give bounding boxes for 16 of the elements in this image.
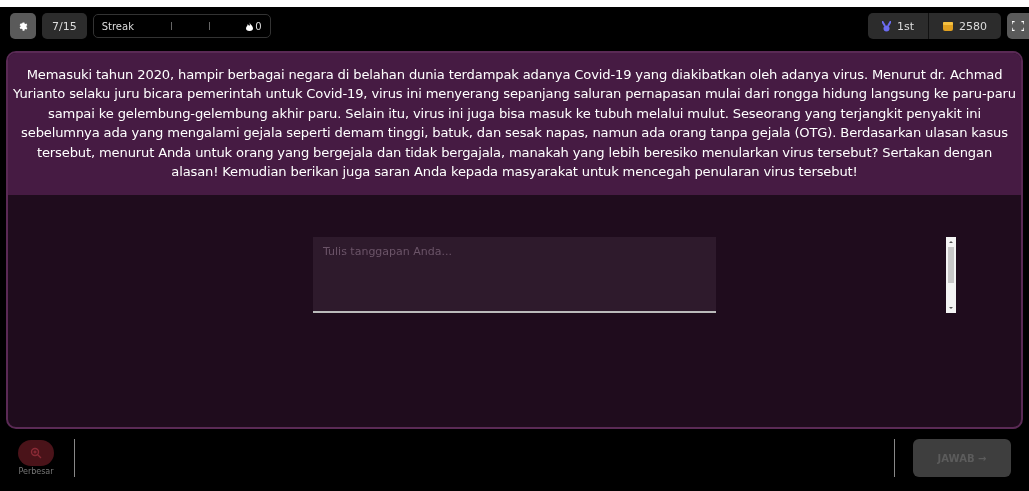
fullscreen-icon [1012, 21, 1024, 31]
question-counter: 7/15 [42, 13, 87, 39]
streak-label: Streak [101, 20, 134, 32]
settings-button[interactable] [10, 13, 36, 39]
medal-icon [881, 20, 891, 32]
coin-count: 2580 [959, 19, 987, 33]
flame-icon [246, 21, 254, 31]
zoom-label: Perbesar [18, 467, 54, 476]
coin-icon [943, 21, 953, 31]
answer-field[interactable]: Tulis tanggapan Anda... [313, 237, 716, 314]
question-text: Memasuki tahun 2020, hampir berbagai negara di belahan dunia terdampak adanya Covid-19 yang diakibatkan oleh adanya virus. Menurut dr. Achmad Yurianto selaku juru bicara pemerintah untuk Covid-19, virus ini menyerang sepanjang saluran pernapasan mulai dari rongga hidung langsung ke paru-paru sampai ke gelembung-gelembung akhir paru. Selain itu, virus ini juga bisa masuk ke tubuh melalui mulut. Seseorang yang terjangkit penyakit ini sebelumnya ada yang mengalami gejala seperti demam tinggi, batuk, dan sesak napas, namun ada orang tanpa gejala (OTG). Berdasarkan ulasan kasus tersebut, menurut Anda untuk orang yang bergejala dan tidak bergajala, manakah yang lebih beresiko menularkan virus tersebut? Sertakan dengan alasan! Kemudian berikan juga saran Anda kepada masyarakat untuk mencegah penularan virus tersebut! [8, 53, 1021, 196]
fullscreen-button[interactable] [1007, 13, 1029, 39]
rank-text: 1st [896, 19, 914, 33]
zoom-in-icon [30, 447, 42, 459]
streak-count: 0 [255, 20, 262, 32]
settings-icon [17, 20, 29, 32]
